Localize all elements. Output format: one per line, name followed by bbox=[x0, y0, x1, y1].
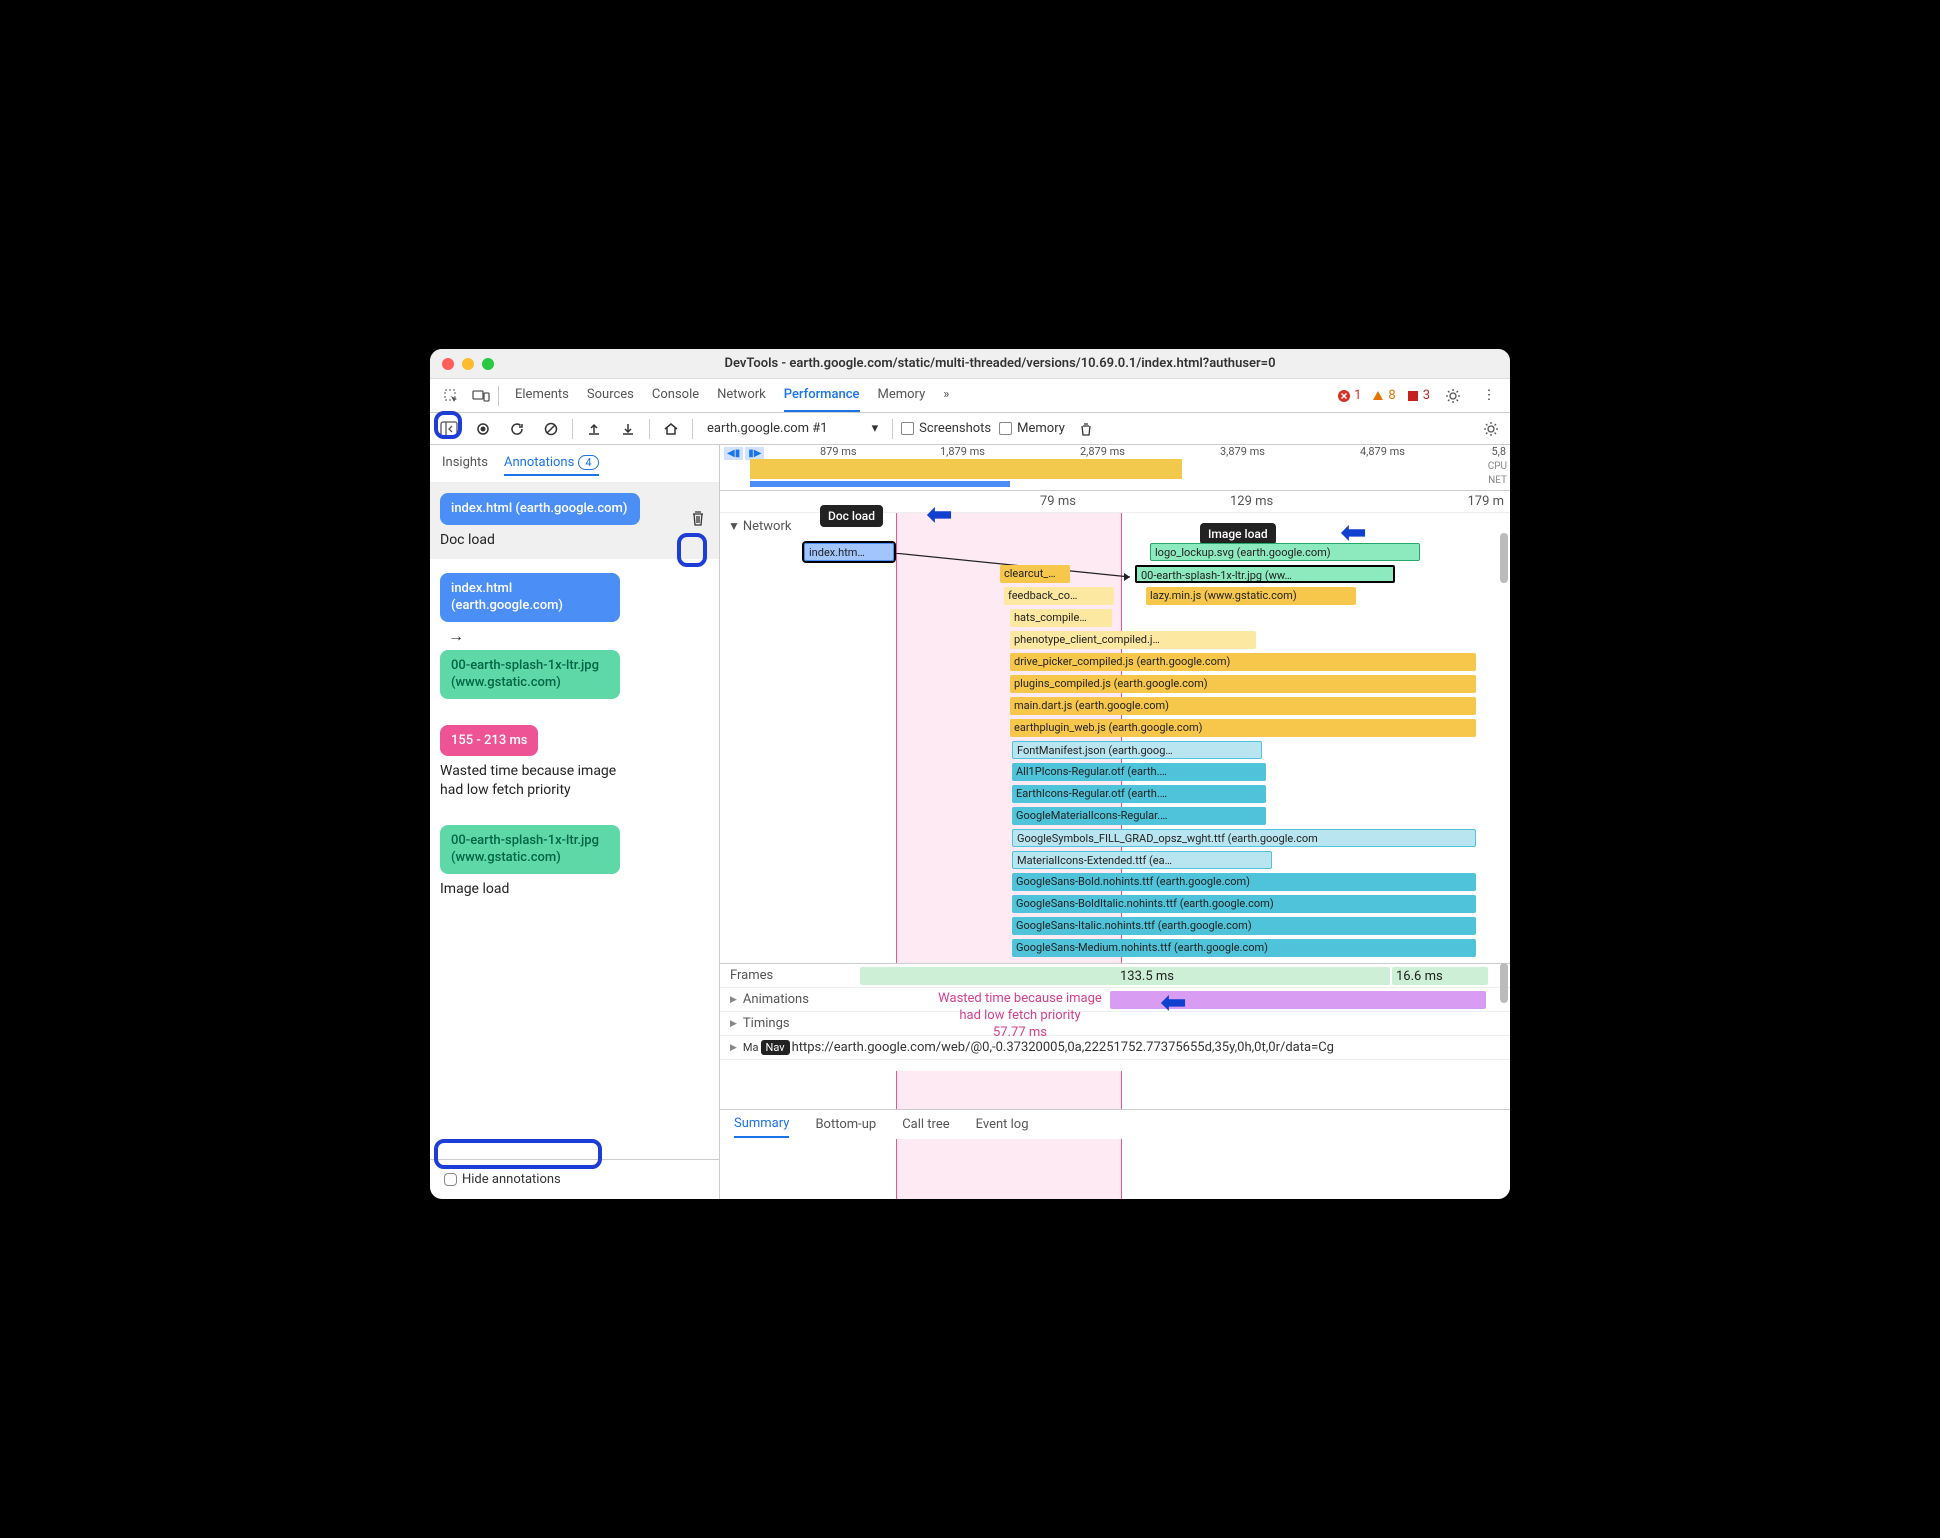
network-request-bar[interactable]: hats_compile… bbox=[1010, 609, 1112, 627]
arrow-down-icon: → bbox=[448, 626, 709, 646]
overview-timeline[interactable]: ◀▮ ▮▶ 879 ms 1,879 ms 2,879 ms 3,879 ms … bbox=[720, 445, 1510, 491]
scrollbar-thumb[interactable] bbox=[1500, 963, 1508, 1003]
network-request-bar[interactable]: 00-earth-splash-1x-ltr.jpg (ww… bbox=[1135, 565, 1395, 583]
home-icon[interactable] bbox=[658, 416, 684, 442]
flame-chart-panel[interactable]: ◀▮ ▮▶ 879 ms 1,879 ms 2,879 ms 3,879 ms … bbox=[720, 445, 1510, 1199]
device-icon[interactable] bbox=[468, 383, 494, 409]
cpu-label: CPU bbox=[1488, 461, 1507, 472]
record-icon[interactable] bbox=[470, 416, 496, 442]
prev-frame-icon[interactable]: ◀▮ bbox=[724, 447, 743, 460]
nav-chip: Nav bbox=[761, 1040, 790, 1055]
network-request-bar[interactable]: GoogleSymbols_FILL_GRAD_opsz_wght.ttf (e… bbox=[1012, 829, 1476, 847]
net-overview-bar bbox=[750, 481, 1010, 487]
warnings-badge[interactable]: 8 bbox=[1371, 388, 1395, 403]
net-label: NET bbox=[1488, 475, 1507, 486]
issues-badge[interactable]: 3 bbox=[1406, 388, 1430, 403]
cpu-overview-graph bbox=[750, 459, 1470, 479]
window-title: DevTools - earth.google.com/static/multi… bbox=[502, 356, 1498, 371]
annotation-label: Wasted time because image had low fetch … bbox=[440, 762, 640, 798]
more-tabs-icon[interactable]: » bbox=[943, 379, 949, 412]
annotation-card[interactable]: 155 - 213 ms Wasted time because image h… bbox=[440, 725, 709, 799]
network-request-bar[interactable]: GoogleSans-Bold.nohints.ttf (earth.googl… bbox=[1012, 873, 1476, 891]
clear-icon[interactable] bbox=[538, 416, 564, 442]
recording-select[interactable]: earth.google.com #1▾ bbox=[701, 419, 884, 438]
network-request-bar[interactable]: FontManifest.json (earth.goog… bbox=[1012, 741, 1262, 759]
network-request-bar[interactable]: index.htm… bbox=[804, 543, 894, 561]
delete-annotation-icon[interactable] bbox=[685, 505, 711, 531]
reload-icon[interactable] bbox=[504, 416, 530, 442]
scrollbar-thumb[interactable] bbox=[1500, 533, 1508, 583]
network-request-bar[interactable]: drive_picker_compiled.js (earth.google.c… bbox=[1010, 653, 1476, 671]
network-request-bar[interactable]: MaterialIcons-Extended.ttf (ea… bbox=[1012, 851, 1272, 869]
annotation-card[interactable]: 00-earth-splash-1x-ltr.jpg (www.gstatic.… bbox=[440, 825, 709, 898]
annotation-pill: 00-earth-splash-1x-ltr.jpg (www.gstatic.… bbox=[440, 650, 620, 699]
tab-memory[interactable]: Memory bbox=[878, 379, 926, 412]
time-range-label: Wasted time because image had low fetch … bbox=[920, 991, 1120, 1042]
tab-summary[interactable]: Summary bbox=[734, 1111, 789, 1138]
errors-badge[interactable]: 1 bbox=[1337, 388, 1361, 403]
upload-icon[interactable] bbox=[581, 416, 607, 442]
network-request-bar[interactable]: earthplugin_web.js (earth.google.com) bbox=[1010, 719, 1476, 737]
close-icon[interactable] bbox=[442, 358, 454, 370]
sidebar: Insights Annotations4 index.html (earth.… bbox=[430, 445, 720, 1199]
memory-checkbox[interactable]: Memory bbox=[999, 421, 1065, 436]
tab-eventlog[interactable]: Event log bbox=[976, 1112, 1029, 1137]
network-request-bar[interactable]: GoogleMaterialIcons-Regular.… bbox=[1012, 807, 1266, 825]
annotation-pill: index.html (earth.google.com) bbox=[440, 573, 620, 622]
toggle-sidebar-icon[interactable] bbox=[436, 416, 462, 442]
sidebar-tab-insights[interactable]: Insights bbox=[442, 451, 488, 476]
main-tabbar: Elements Sources Console Network Perform… bbox=[430, 379, 1510, 413]
image-load-tooltip: Image load bbox=[1200, 523, 1276, 545]
devtools-window: DevTools - earth.google.com/static/multi… bbox=[430, 349, 1510, 1199]
hide-annotations-checkbox[interactable]: Hide annotations bbox=[438, 1168, 711, 1191]
inspect-icon[interactable] bbox=[438, 383, 464, 409]
annotation-pill: 00-earth-splash-1x-ltr.jpg (www.gstatic.… bbox=[440, 825, 620, 874]
tab-calltree[interactable]: Call tree bbox=[902, 1112, 949, 1137]
network-request-bar[interactable]: GoogleSans-Italic.nohints.ttf (earth.goo… bbox=[1012, 917, 1476, 935]
annotation-label: Image load bbox=[440, 880, 709, 898]
tab-sources[interactable]: Sources bbox=[587, 379, 634, 412]
gc-icon[interactable] bbox=[1073, 416, 1099, 442]
perf-settings-icon[interactable] bbox=[1478, 416, 1504, 442]
details-tabbar: Summary Bottom-up Call tree Event log bbox=[720, 1109, 1510, 1139]
settings-icon[interactable] bbox=[1440, 383, 1466, 409]
tab-elements[interactable]: Elements bbox=[515, 379, 569, 412]
maximize-icon[interactable] bbox=[482, 358, 494, 370]
network-request-bar[interactable]: lazy.min.js (www.gstatic.com) bbox=[1146, 587, 1356, 605]
network-request-bar[interactable]: main.dart.js (earth.google.com) bbox=[1010, 697, 1476, 715]
network-request-bar[interactable]: phenotype_client_compiled.j… bbox=[1010, 631, 1256, 649]
network-request-bar[interactable]: plugins_compiled.js (earth.google.com) bbox=[1010, 675, 1476, 693]
tab-performance[interactable]: Performance bbox=[784, 379, 860, 412]
tab-console[interactable]: Console bbox=[652, 379, 699, 412]
frames-track[interactable]: Frames 133.5 ms 16.6 ms bbox=[720, 964, 1510, 988]
network-request-bar[interactable]: GoogleSans-Medium.nohints.ttf (earth.goo… bbox=[1012, 939, 1476, 957]
network-track-label[interactable]: ▼ Network bbox=[728, 519, 791, 534]
annotation-pill: 155 - 213 ms bbox=[440, 725, 538, 757]
network-request-bar[interactable]: feedback_co… bbox=[1004, 587, 1114, 605]
network-request-bar[interactable]: clearcut_… bbox=[1000, 565, 1070, 583]
titlebar: DevTools - earth.google.com/static/multi… bbox=[430, 349, 1510, 379]
tab-bottomup[interactable]: Bottom-up bbox=[815, 1112, 876, 1137]
download-icon[interactable] bbox=[615, 416, 641, 442]
annotation-card[interactable]: index.html (earth.google.com) → 00-earth… bbox=[440, 573, 709, 699]
network-request-bar[interactable]: logo_lockup.svg (earth.google.com) bbox=[1150, 543, 1420, 561]
annotation-label: Doc load bbox=[440, 531, 709, 549]
network-request-bar[interactable]: EarthIcons-Regular.otf (earth.… bbox=[1012, 785, 1266, 803]
doc-load-tooltip: Doc load bbox=[820, 505, 883, 527]
network-request-bar[interactable]: GoogleSans-BoldItalic.nohints.ttf (earth… bbox=[1012, 895, 1476, 913]
tab-network[interactable]: Network bbox=[717, 379, 766, 412]
network-request-bar[interactable]: All1PIcons-Regular.otf (earth.… bbox=[1012, 763, 1266, 781]
annotation-pill: index.html (earth.google.com) bbox=[440, 493, 640, 525]
minimize-icon[interactable] bbox=[462, 358, 474, 370]
arrow-icon: ➡ bbox=[1160, 983, 1187, 1021]
annotation-card[interactable]: index.html (earth.google.com) Doc load bbox=[430, 483, 719, 559]
more-icon[interactable]: ⋮ bbox=[1476, 383, 1502, 409]
perf-toolbar: earth.google.com #1▾ Screenshots Memory bbox=[430, 413, 1510, 445]
screenshots-checkbox[interactable]: Screenshots bbox=[901, 421, 991, 436]
sidebar-tab-annotations[interactable]: Annotations4 bbox=[504, 451, 598, 476]
arrow-icon: ➡ bbox=[926, 495, 953, 533]
